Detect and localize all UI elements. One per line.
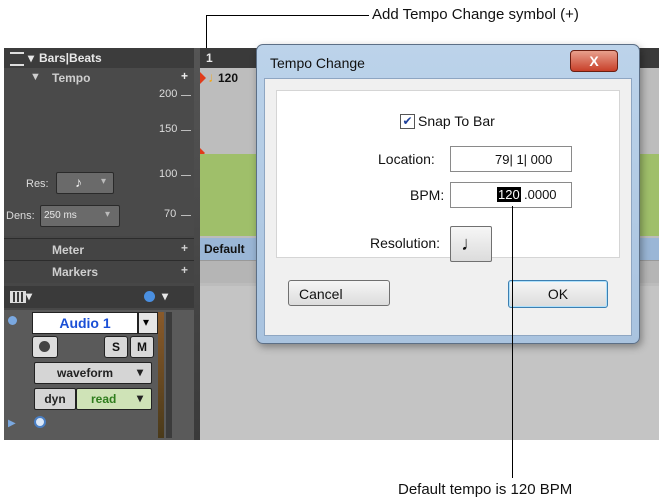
dropdown-arrow-icon[interactable]: ▾ — [162, 289, 168, 303]
tempo-expand-icon[interactable]: ▼ — [30, 71, 41, 83]
bpm-decimal-value: .0000 — [524, 187, 557, 202]
snap-to-bar-label: Snap To Bar — [418, 113, 495, 129]
clock-icon[interactable] — [144, 291, 155, 302]
dropdown-arrow-icon[interactable]: ▾ — [28, 51, 34, 65]
solo-button[interactable]: S — [104, 336, 128, 358]
track-view-menu-icon[interactable] — [10, 291, 26, 303]
tick-line — [181, 95, 191, 96]
ok-button[interactable]: OK — [508, 280, 608, 308]
callout-default-tempo: Default tempo is 120 BPM — [398, 481, 573, 498]
dropdown-arrow-icon: ▾ — [105, 209, 111, 220]
res-note-selector[interactable]: ♪ ▾ — [56, 172, 114, 194]
dropdown-arrow-icon[interactable]: ▾ — [26, 289, 32, 303]
tick-line — [181, 215, 191, 216]
dropdown-arrow-icon: ▾ — [143, 315, 150, 329]
tempo-ruler-panel: ▼ Tempo + 200 150 100 70 Res: ♪ ▾ Dens: … — [4, 68, 194, 236]
track-meter — [166, 312, 172, 438]
meter-label: Meter — [52, 243, 85, 257]
mute-button[interactable]: M — [130, 336, 154, 358]
close-icon: X — [589, 53, 599, 69]
markers-ruler-header: Markers + — [4, 260, 194, 283]
automation-type-selector[interactable]: dyn — [34, 388, 76, 410]
tempo-label: Tempo — [52, 71, 91, 85]
callout-line-horizontal — [206, 15, 369, 16]
meter-ruler-header: Meter + — [4, 238, 194, 261]
callout-add-tempo: Add Tempo Change symbol (+) — [372, 6, 579, 23]
automation-mode-value: read — [91, 392, 117, 406]
record-icon — [39, 341, 50, 352]
location-value: 79| 1| 000 — [495, 152, 553, 167]
dropdown-arrow-icon: ▾ — [137, 391, 144, 405]
dropdown-arrow-icon: ▾ — [101, 176, 107, 187]
input-monitor-icon[interactable] — [34, 416, 46, 428]
add-tempo-button[interactable]: + — [181, 69, 188, 83]
tick-line — [181, 175, 191, 176]
audio-track-header: Audio 1 ▾ S M waveform ▾ dyn read ▾ ▶ — [4, 310, 194, 440]
res-label: Res: — [26, 178, 49, 190]
meter-value: Default — [204, 242, 245, 256]
dens-selector[interactable]: 250 ms ▾ — [40, 205, 120, 227]
tempo-marker-icon[interactable] — [200, 72, 206, 84]
tempo-tick-100: 100 — [159, 168, 178, 180]
tempo-tick-200: 200 — [159, 88, 178, 100]
track-meter — [158, 312, 164, 438]
bpm-label: BPM: — [410, 187, 445, 203]
dens-value: 250 ms — [44, 210, 77, 221]
tempo-tick-150: 150 — [159, 123, 178, 135]
resolution-button[interactable]: ♩ — [450, 226, 492, 262]
add-marker-button[interactable]: + — [181, 263, 188, 277]
track-list-toolbar: ▾ ▾ — [4, 286, 194, 308]
record-enable-button[interactable] — [32, 336, 58, 358]
bpm-field[interactable]: 120 .0000 — [450, 182, 572, 208]
markers-label: Markers — [52, 265, 99, 279]
tempo-marker-value: 120 — [218, 71, 239, 85]
snap-to-bar-checkbox[interactable]: ✔ — [400, 114, 415, 129]
resolution-label: Resolution: — [370, 235, 441, 251]
note-value-icon: ♪ — [75, 174, 82, 190]
quarter-note-icon: ♩ — [461, 233, 481, 255]
track-collapse-icon[interactable]: ▶ — [8, 418, 16, 429]
tempo-tick-70: 70 — [164, 208, 177, 220]
ruler-menu-icon[interactable] — [10, 52, 24, 66]
automation-mode-selector[interactable]: read ▾ — [76, 388, 152, 410]
dens-label: Dens: — [6, 210, 35, 222]
track-view-selector[interactable]: waveform ▾ — [34, 362, 152, 384]
bars-beats-label: Bars|Beats — [39, 51, 102, 65]
location-label: Location: — [378, 151, 435, 167]
track-view-value: waveform — [57, 366, 114, 380]
cancel-button[interactable]: Cancel — [288, 280, 390, 306]
track-name: Audio 1 — [59, 315, 111, 331]
dropdown-arrow-icon: ▾ — [137, 365, 144, 379]
tick-line — [181, 130, 191, 131]
bar-number: 1 — [206, 51, 213, 65]
add-meter-button[interactable]: + — [181, 241, 188, 255]
automation-type-value: dyn — [44, 392, 66, 406]
bars-beats-ruler-header[interactable]: ▾ Bars|Beats — [4, 48, 194, 69]
track-name-field[interactable]: Audio 1 — [32, 312, 138, 334]
track-name-dropdown[interactable]: ▾ — [138, 312, 158, 334]
location-field[interactable]: 79| 1| 000 — [450, 146, 572, 172]
track-expand-icon[interactable] — [8, 316, 17, 325]
callout-line-vertical — [512, 206, 513, 478]
close-button[interactable]: X — [570, 50, 618, 72]
dialog-title: Tempo Change — [270, 55, 365, 71]
bpm-selected-value: 120 — [497, 187, 521, 202]
